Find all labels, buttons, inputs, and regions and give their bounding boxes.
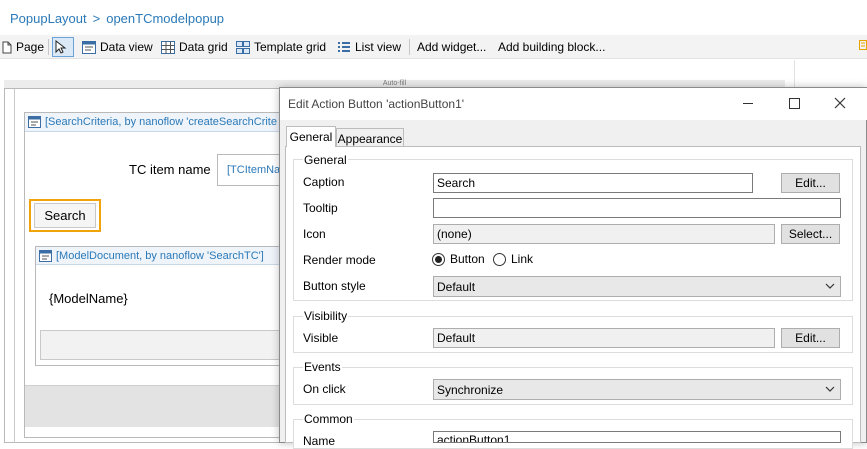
- render-mode-link-label: Link: [511, 252, 534, 266]
- close-icon: [834, 97, 846, 109]
- breadcrumb-separator: >: [92, 11, 101, 26]
- search-criteria-dataview-title: [SearchCriteria, by nanoflow 'createSear…: [45, 116, 277, 128]
- data-view-icon: [39, 249, 52, 262]
- visible-label: Visible: [303, 331, 339, 345]
- page-label: Page: [16, 40, 45, 54]
- general-group-title: General: [303, 153, 348, 167]
- visibility-group-title: Visibility: [303, 309, 349, 323]
- list-view-icon: [338, 41, 350, 52]
- events-group-title: Events: [303, 360, 342, 374]
- render-mode-link-radio[interactable]: Link: [493, 252, 533, 266]
- list-view-button[interactable]: List view: [337, 37, 401, 57]
- list-view-label: List view: [355, 40, 402, 54]
- breadcrumb-layout-link[interactable]: PopupLayout: [10, 11, 87, 26]
- minimize-icon: [743, 103, 753, 104]
- visible-edit-button[interactable]: Edit...: [781, 328, 840, 348]
- pointer-icon: [55, 40, 67, 54]
- chevron-down-icon: [825, 283, 835, 289]
- add-building-block-button[interactable]: Add building block...: [498, 37, 605, 57]
- toolbar-divider: [48, 39, 49, 55]
- minimize-button[interactable]: [725, 92, 771, 114]
- name-label: Name: [303, 434, 336, 448]
- model-name-text[interactable]: {ModelName}: [49, 291, 128, 306]
- chevron-down-icon: [825, 386, 835, 392]
- model-document-dataview-title: [ModelDocument, by nanoflow 'SearchTC']: [56, 249, 264, 262]
- add-widget-button[interactable]: Add widget...: [417, 37, 486, 57]
- icon-field[interactable]: (none): [433, 224, 775, 244]
- close-button[interactable]: [817, 92, 863, 114]
- search-button[interactable]: Search: [34, 203, 96, 228]
- icon-select-button[interactable]: Select...: [781, 224, 840, 244]
- tooltip-field[interactable]: [433, 198, 841, 218]
- search-criteria-footer[interactable]: [25, 385, 286, 427]
- data-grid-icon: [161, 40, 175, 54]
- icon-label: Icon: [303, 227, 326, 241]
- tc-item-name-input[interactable]: [TCItemNa: [217, 154, 287, 186]
- caption-field[interactable]: Search: [433, 173, 753, 193]
- visible-field[interactable]: Default: [433, 328, 775, 348]
- breadcrumb: PopupLayout > openTCmodelpopup: [10, 11, 230, 26]
- maximize-button[interactable]: [771, 92, 817, 114]
- data-view-icon: [28, 116, 41, 128]
- page-icon: [2, 41, 12, 53]
- template-grid-button[interactable]: Template grid: [236, 37, 326, 57]
- layout-side-column[interactable]: [9, 89, 15, 443]
- data-view-icon: [82, 40, 96, 54]
- warning-icon[interactable]: [859, 40, 867, 52]
- name-field[interactable]: actionButton1: [433, 431, 841, 443]
- tooltip-label: Tooltip: [303, 201, 338, 215]
- render-mode-button-radio[interactable]: Button: [432, 252, 485, 266]
- model-document-footer[interactable]: [40, 330, 286, 360]
- render-mode-button-label: Button: [450, 252, 485, 266]
- toolbar: Page Data view Data grid Template grid L…: [0, 35, 867, 59]
- on-click-label: On click: [303, 382, 346, 396]
- caption-edit-button[interactable]: Edit...: [781, 173, 840, 193]
- tab-appearance[interactable]: Appearance: [336, 128, 404, 148]
- radio-selected-icon: [432, 252, 445, 266]
- button-style-select[interactable]: Default: [433, 276, 841, 297]
- data-view-label: Data view: [100, 40, 153, 54]
- on-click-select[interactable]: Synchronize: [433, 379, 841, 400]
- render-mode-label: Render mode: [303, 253, 376, 267]
- data-grid-button[interactable]: Data grid: [161, 37, 228, 57]
- common-group-title: Common: [303, 412, 354, 426]
- template-grid-icon: [236, 40, 250, 54]
- maximize-icon: [788, 97, 800, 109]
- add-widget-label: Add widget...: [417, 40, 487, 54]
- caption-label: Caption: [303, 175, 345, 189]
- tc-item-name-label: TC item name: [129, 162, 211, 177]
- tab-general[interactable]: General: [286, 126, 336, 147]
- search-criteria-dataview-header[interactable]: [SearchCriteria, by nanoflow 'createSear…: [25, 113, 285, 132]
- pointer-tool-button[interactable]: [52, 37, 74, 57]
- template-grid-label: Template grid: [254, 40, 327, 54]
- model-document-dataview-header[interactable]: [ModelDocument, by nanoflow 'SearchTC']: [36, 247, 285, 265]
- toolbar-divider: [409, 39, 410, 55]
- dialog-title: Edit Action Button 'actionButton1': [288, 97, 465, 111]
- on-click-value: Synchronize: [437, 383, 504, 397]
- data-view-button[interactable]: Data view: [82, 37, 153, 57]
- data-grid-label: Data grid: [179, 40, 228, 54]
- radio-unselected-icon: [493, 252, 506, 266]
- breadcrumb-page-link[interactable]: openTCmodelpopup: [106, 11, 224, 26]
- add-building-block-label: Add building block...: [498, 40, 606, 54]
- button-style-value: Default: [437, 280, 476, 294]
- button-style-label: Button style: [303, 279, 366, 293]
- page-button[interactable]: Page: [2, 37, 44, 57]
